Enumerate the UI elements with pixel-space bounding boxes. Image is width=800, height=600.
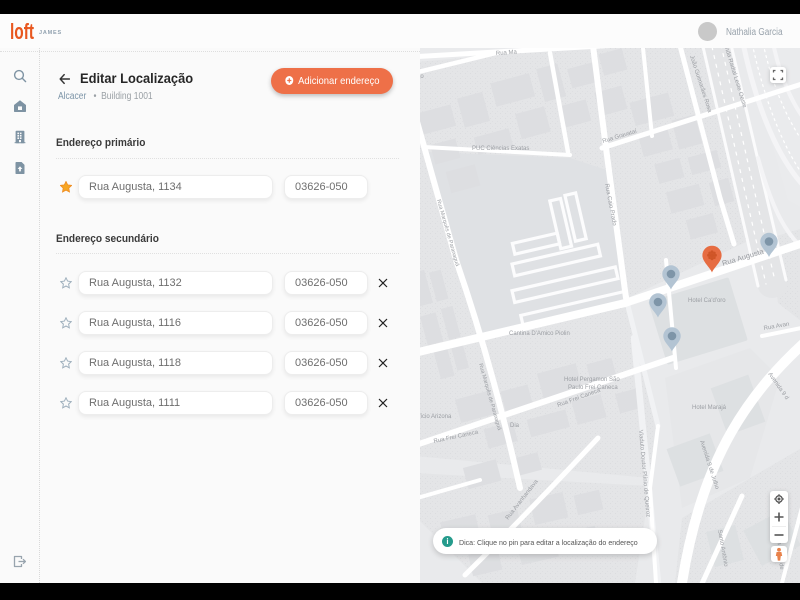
svg-text:Cantina D'Amico Piolin: Cantina D'Amico Piolin bbox=[509, 331, 570, 337]
svg-text:Edifício Arizona: Edifício Arizona bbox=[420, 414, 452, 420]
svg-text:Dia: Dia bbox=[510, 423, 520, 429]
svg-text:PUC Ciências Exatas: PUC Ciências Exatas bbox=[472, 146, 529, 152]
svg-text:loft: loft bbox=[10, 19, 34, 44]
svg-text:Hotel Marajá: Hotel Marajá bbox=[692, 405, 727, 411]
svg-text:ão: ão bbox=[420, 74, 424, 80]
svg-text:Hotel Pergamon São: Hotel Pergamon São bbox=[564, 377, 620, 383]
svg-text:Hotel Ca'd'oro: Hotel Ca'd'oro bbox=[688, 298, 726, 304]
